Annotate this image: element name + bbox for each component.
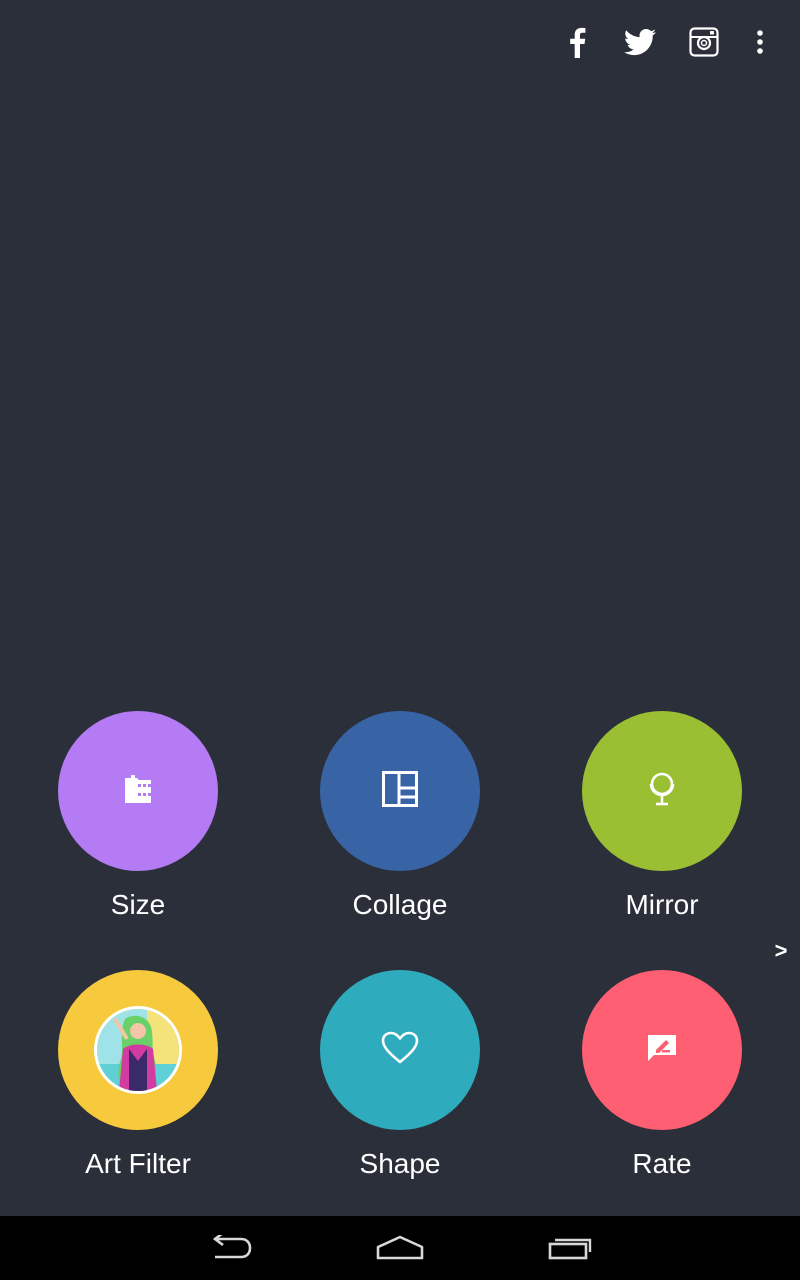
recent-apps-icon[interactable]: [530, 1226, 610, 1270]
shape-tile[interactable]: Shape: [300, 970, 500, 1200]
facebook-icon[interactable]: [559, 24, 595, 60]
mirror-label: Mirror: [625, 889, 699, 920]
art-filter-circle[interactable]: [58, 970, 218, 1130]
heart-icon: [381, 1031, 419, 1070]
home-icon[interactable]: [360, 1226, 440, 1270]
size-label: Size: [110, 889, 166, 920]
rate-tile[interactable]: Rate: [562, 970, 762, 1200]
system-navigation-bar: [0, 1216, 800, 1280]
next-page-arrow[interactable]: >: [770, 936, 792, 966]
more-vert-icon[interactable]: [742, 24, 778, 60]
mirror-tile[interactable]: Mirror: [562, 711, 762, 941]
size-icon: [122, 773, 154, 810]
instagram-icon[interactable]: [686, 24, 722, 60]
mirror-circle[interactable]: [582, 711, 742, 871]
size-circle[interactable]: [58, 711, 218, 871]
twitter-icon[interactable]: [622, 24, 658, 60]
rate-icon: [646, 1033, 678, 1068]
shape-circle[interactable]: [320, 970, 480, 1130]
art-filter-label: Art Filter: [85, 1148, 191, 1179]
feature-grid: Size Collage Mirror Art Filter Shape Rat…: [0, 710, 800, 1210]
shape-label: Shape: [359, 1148, 441, 1179]
art-filter-tile[interactable]: Art Filter: [38, 970, 238, 1200]
collage-label: Collage: [352, 889, 448, 920]
top-action-bar: [0, 0, 800, 84]
collage-icon: [382, 770, 418, 812]
back-icon[interactable]: [190, 1226, 270, 1270]
mirror-icon: [646, 770, 678, 813]
rate-label: Rate: [632, 1148, 692, 1179]
size-tile[interactable]: Size: [38, 711, 238, 941]
rate-circle[interactable]: [582, 970, 742, 1130]
art-filter-thumbnail: [94, 1006, 182, 1094]
collage-tile[interactable]: Collage: [300, 711, 500, 941]
collage-circle[interactable]: [320, 711, 480, 871]
